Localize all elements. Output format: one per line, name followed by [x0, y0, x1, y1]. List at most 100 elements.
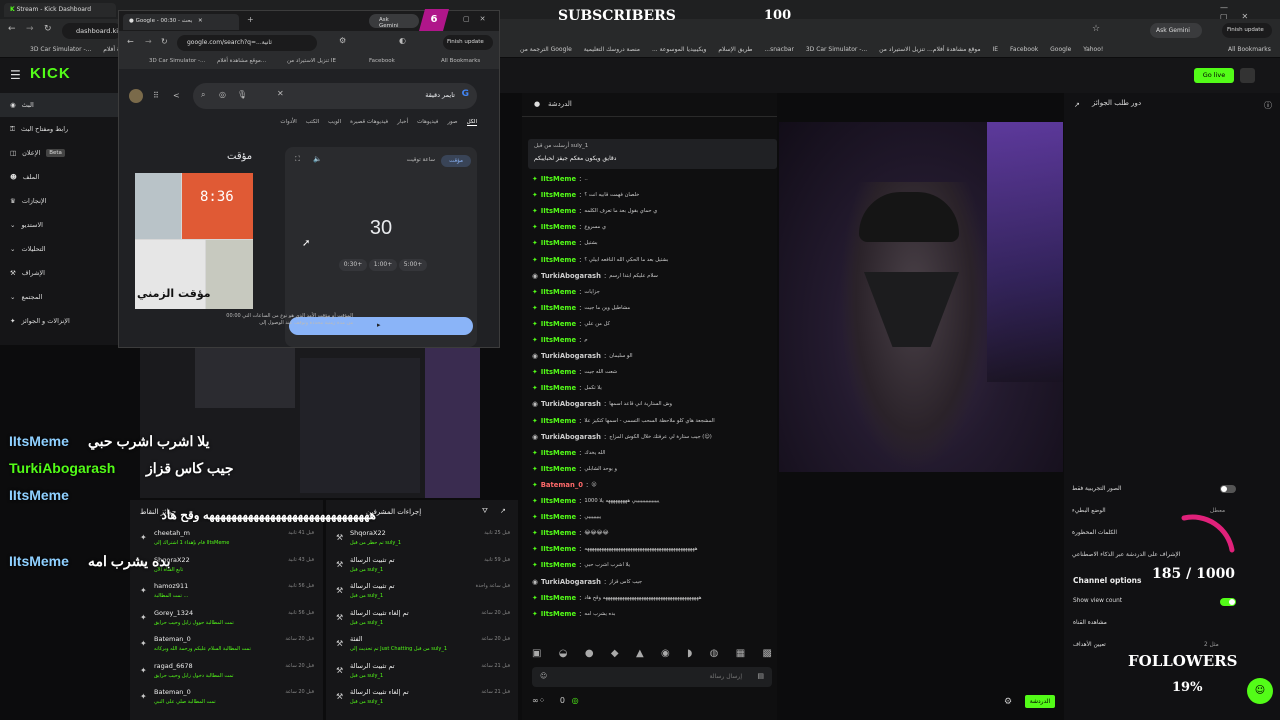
- search-icon[interactable]: ⌕: [201, 90, 205, 100]
- list-item[interactable]: ⚒ تم إلغاء تثبيت الرسالة من قبل suly_1 قبل …: [336, 608, 514, 634]
- bookmark-item[interactable]: موقع مشاهدة أفلام...: [927, 46, 981, 53]
- chat-message[interactable]: ✦ IItsMeme: م: [532, 336, 588, 344]
- profile-icon[interactable]: ◐: [399, 36, 406, 45]
- add-30s-button[interactable]: 0:30+: [339, 259, 367, 271]
- mic-icon[interactable]: 🎙: [237, 90, 247, 99]
- google-search-box[interactable]: ⌕ ◎ 🎙 ✕ تايمر دقيقة G: [193, 83, 477, 109]
- chat-username[interactable]: IItsMeme: [541, 368, 576, 376]
- tab-tools[interactable]: الأدوات: [280, 119, 296, 126]
- channel-link[interactable]: مشاهدة القناة: [1073, 620, 1107, 626]
- banned-words-label[interactable]: الكلمات المحظورة: [1072, 530, 1117, 536]
- emote-icon[interactable]: ▦: [736, 648, 745, 666]
- chat-message[interactable]: ✦ IItsMeme: كل من علي: [532, 320, 610, 328]
- send-chat-button[interactable]: الدردشة: [1025, 695, 1055, 708]
- emote-icon[interactable]: ▲: [636, 648, 644, 666]
- chat-message[interactable]: ✦ IItsMeme: ي حماي بقول بعد ما تعرف الكلمه: [532, 207, 657, 215]
- list-item[interactable]: ✦ Bateman_0 تمت المطالبة السلام عليكم ورحم…: [140, 634, 318, 660]
- chat-username[interactable]: Bateman_0: [541, 481, 583, 489]
- bookmark-item[interactable]: تنزيل الاستيراد من IE: [287, 58, 336, 64]
- ask-gemini-button[interactable]: Ask Gemini: [1150, 23, 1202, 38]
- bookmark-item[interactable]: Facebook: [1010, 46, 1038, 53]
- clear-icon[interactable]: ✕: [277, 89, 284, 98]
- sound-icon[interactable]: 🔈: [313, 155, 322, 163]
- chat-message[interactable]: ✦ IItsMeme:..: [532, 175, 588, 183]
- back-icon[interactable]: ←: [8, 24, 16, 34]
- tab-all[interactable]: الكل: [466, 119, 477, 126]
- tab-news[interactable]: أخبار: [397, 119, 408, 126]
- sidebar-item-drops[interactable]: ✦ الإنزالات و الجوائز: [0, 309, 118, 333]
- chat-message[interactable]: ✦ IItsMeme: جزايات: [532, 288, 600, 296]
- chat-username[interactable]: IItsMeme: [541, 256, 576, 264]
- window-controls[interactable]: ▢✕: [463, 15, 495, 23]
- chat-username[interactable]: IItsMeme: [541, 288, 576, 296]
- sidebar-item-stream[interactable]: ◉ البث: [0, 93, 118, 117]
- sidebar-item-profile[interactable]: ☻ الملف: [0, 165, 118, 189]
- chat-username[interactable]: IItsMeme: [541, 417, 576, 425]
- fullscreen-icon[interactable]: ⛶: [295, 155, 300, 164]
- close-icon[interactable]: ✕: [198, 18, 203, 24]
- bookmark-item[interactable]: 3D Car Simulator -...: [149, 58, 205, 64]
- chat-username[interactable]: IItsMeme: [541, 191, 576, 199]
- chat-username[interactable]: IItsMeme: [541, 175, 576, 183]
- chat-username[interactable]: IItsMeme: [541, 239, 576, 247]
- tab-images[interactable]: صور: [447, 119, 457, 126]
- chat-message[interactable]: ✦ IItsMeme: يلا تكمل: [532, 384, 602, 392]
- list-item[interactable]: ⚒ تم تثبيت الرسالة من قبل suly_1 قبل 21 ساع…: [336, 661, 514, 687]
- bookmark-item[interactable]: Facebook: [369, 58, 395, 64]
- all-bookmarks[interactable]: All Bookmarks: [1228, 46, 1271, 53]
- list-item[interactable]: ✦ hamoz911 تمت المطالبة ... قبل 56 ثانية: [140, 581, 318, 607]
- chat-message[interactable]: ✦ IItsMeme: بشتيل: [532, 239, 598, 247]
- chat-username[interactable]: IItsMeme: [541, 561, 576, 569]
- popout-icon[interactable]: ↗: [1074, 101, 1080, 109]
- list-item[interactable]: ⚒ الفئة تم تحديث إلى Just Chatting من قبل …: [336, 634, 514, 660]
- sidebar-item-achievements[interactable]: ♛ الإنجازات: [0, 189, 118, 213]
- go-live-button[interactable]: Go live: [1194, 68, 1234, 83]
- forward-icon[interactable]: →: [26, 24, 34, 34]
- chat-username[interactable]: IItsMeme: [541, 545, 576, 553]
- emote-icon[interactable]: ▣: [532, 648, 541, 666]
- chat-message[interactable]: ✦ IItsMeme: المشجعة هاي كلو ملاحظة السحب ا…: [532, 417, 715, 425]
- forward-icon[interactable]: →: [145, 37, 152, 46]
- emote-icon[interactable]: ◍: [710, 648, 719, 666]
- chat-username[interactable]: IItsMeme: [541, 529, 576, 537]
- emotes-only-toggle[interactable]: [1220, 485, 1236, 493]
- chat-message[interactable]: ✦ IItsMeme: هههههههههههههههههههههههههههههه…: [532, 594, 701, 602]
- chat-username[interactable]: IItsMeme: [541, 320, 576, 328]
- chat-message[interactable]: ✦ IItsMeme: هههههههههههههههههههههههههههههه…: [532, 545, 698, 553]
- bookmark-item[interactable]: الترجمة من Google: [520, 46, 572, 53]
- ask-gemini-button[interactable]: Ask Gemini: [369, 14, 419, 29]
- chat-message[interactable]: ✦ IItsMeme: مشاطيل وين ما جيت: [532, 304, 630, 312]
- tab-kick-dashboard[interactable]: K Stream - Kick Dashboard: [4, 3, 116, 17]
- ai-moderation-label[interactable]: الإشراف على الدردشة عبر الذكاء الاصطناعي: [1072, 552, 1180, 558]
- emote-icon[interactable]: ◗: [687, 648, 692, 666]
- add-5m-button[interactable]: 5:00+: [399, 259, 427, 271]
- chat-message[interactable]: ✦ IItsMeme: يييييييييييييييي هههههههههه يل…: [532, 497, 659, 505]
- chat-username[interactable]: TurkiAbogarash: [541, 272, 601, 280]
- star-icon[interactable]: ☆: [1092, 24, 1100, 34]
- back-icon[interactable]: ←: [127, 37, 134, 46]
- pinned-message[interactable]: أرسلت من قبل suly_1 دقايق ويكون معكم جيف…: [528, 139, 777, 169]
- chat-message[interactable]: ◉ TurkiAbogarash: وش الستارية اني قاعد اسم…: [532, 400, 672, 408]
- bookmark-item[interactable]: Yahoo!: [1083, 46, 1103, 53]
- reload-icon[interactable]: ↻: [44, 24, 52, 34]
- chat-message[interactable]: ✦ IItsMeme: و يوحد الشابلي: [532, 465, 617, 473]
- timer-value[interactable]: 30: [285, 217, 477, 240]
- url-field[interactable]: dashboard.ki: [62, 23, 122, 39]
- sidebar-item-stream-key[interactable]: ⚿ رابط ومفتاح البث: [0, 117, 118, 141]
- chat-username[interactable]: IItsMeme: [541, 513, 576, 521]
- timer-image-panel[interactable]: 8:36 مؤقت الزمني: [135, 173, 253, 309]
- chat-input[interactable]: ☺ إرسال رسالة ▤: [532, 667, 772, 687]
- chat-message[interactable]: ✦ IItsMeme: خلصان فهمت قابيه انت ؟: [532, 191, 639, 199]
- url-field[interactable]: google.com/search?q=...ثانية: [177, 35, 317, 51]
- menu-icon[interactable]: ☰: [10, 68, 21, 82]
- finish-update-button[interactable]: Finish update: [443, 35, 493, 50]
- chat-message[interactable]: ◉ TurkiAbogarash: سلام عليكم ابتدا ارسم: [532, 272, 658, 280]
- chat-message[interactable]: ✦ IItsMeme: 😂😂😂😂: [532, 529, 609, 537]
- chat-username[interactable]: IItsMeme: [541, 207, 576, 215]
- apps-grid-icon[interactable]: ⠿: [153, 91, 159, 100]
- chat-username[interactable]: IItsMeme: [541, 384, 576, 392]
- avatar[interactable]: [1240, 68, 1255, 83]
- bookmark-item[interactable]: موقع مشاهدة أفلام...: [217, 58, 266, 64]
- reload-icon[interactable]: ↻: [161, 37, 168, 46]
- extensions-icon[interactable]: ⚙: [339, 36, 346, 45]
